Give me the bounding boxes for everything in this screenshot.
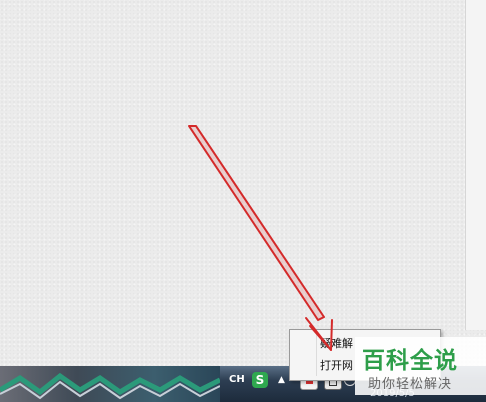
show-hidden-icons-icon[interactable]: ▲: [278, 375, 288, 385]
ime-icon[interactable]: S: [252, 372, 268, 388]
watermark-subtitle: 助你轻松解决: [368, 377, 453, 392]
watermark-title: 百科全说: [362, 348, 458, 374]
desktop-background: [0, 0, 486, 366]
menu-item-troubleshoot[interactable]: 疑难解: [320, 335, 353, 351]
menu-separator: [316, 334, 317, 376]
watermark-logo: 百科全说 助你轻松解决: [355, 337, 486, 395]
menu-item-open-network[interactable]: 打开网: [320, 357, 353, 373]
taskbar-app-thumbnail[interactable]: [0, 366, 220, 402]
thumbnail-pattern-icon: [0, 372, 220, 400]
language-indicator[interactable]: CH: [229, 374, 245, 385]
window-edge: [465, 0, 486, 330]
